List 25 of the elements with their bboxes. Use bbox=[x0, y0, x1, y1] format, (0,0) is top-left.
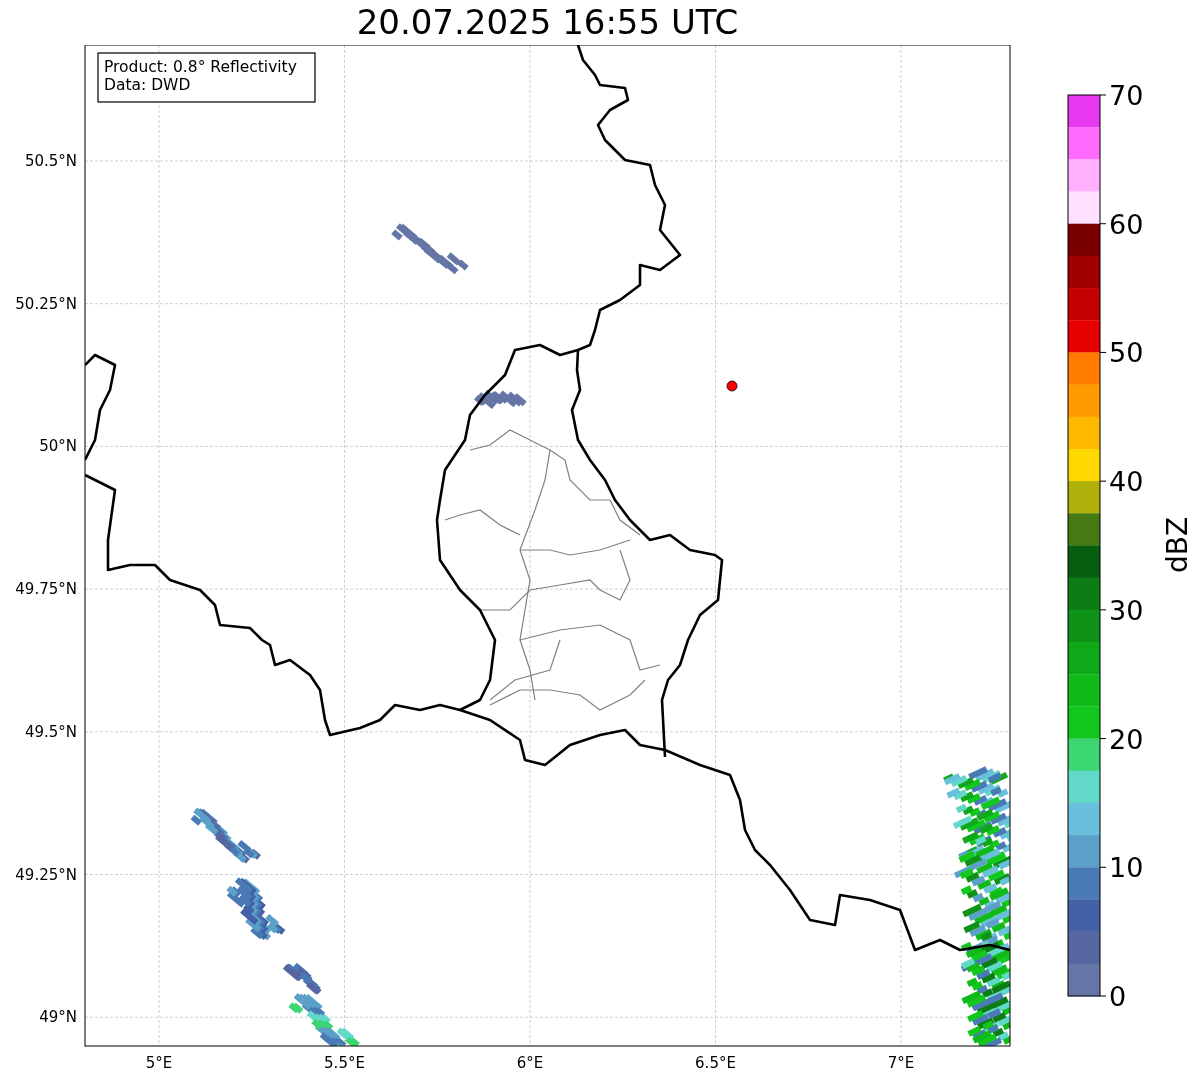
colorbar-tick-label: 70 bbox=[1109, 80, 1144, 111]
axis-tick-label: 50.25°N bbox=[15, 294, 77, 313]
colorbar-tick-label: 0 bbox=[1109, 981, 1127, 1012]
axis-tick-label: 50.5°N bbox=[24, 152, 77, 170]
axis-tick-label: 5.5°E bbox=[324, 1054, 365, 1072]
axis-tick-label: 49°N bbox=[39, 1008, 77, 1027]
axis-tick-label: 50°N bbox=[39, 437, 77, 456]
location-marker bbox=[726, 380, 738, 392]
axis-tick-label: 6°E bbox=[516, 1054, 544, 1072]
axis-tick-label: 49.25°N bbox=[15, 865, 77, 884]
colorbar-tick-label: 60 bbox=[1109, 208, 1144, 240]
axis-tick-label: 49.5°N bbox=[24, 722, 77, 741]
axis-tick-label: 5°E bbox=[145, 1054, 173, 1072]
colorbar-label: dBZ bbox=[1161, 516, 1194, 574]
colorbar-tick-label: 10 bbox=[1109, 852, 1144, 884]
colorbar-tick-label: 30 bbox=[1109, 594, 1144, 626]
info-text: Product: 0.8° Reflectivity bbox=[104, 58, 297, 76]
axis-tick-label: 6.5°E bbox=[695, 1054, 736, 1072]
axis-tick-label: 49.75°N bbox=[15, 580, 77, 599]
colorbar-tick-label: 40 bbox=[1109, 466, 1144, 498]
colorbar-tick-label: 20 bbox=[1109, 723, 1144, 755]
chart-title: 20.07.2025 16:55 UTC bbox=[355, 1, 740, 44]
colorbar-tick-label: 50 bbox=[1109, 337, 1144, 369]
axis-tick-label: 7°E bbox=[887, 1054, 915, 1072]
info-text: Data: DWD bbox=[104, 76, 191, 94]
